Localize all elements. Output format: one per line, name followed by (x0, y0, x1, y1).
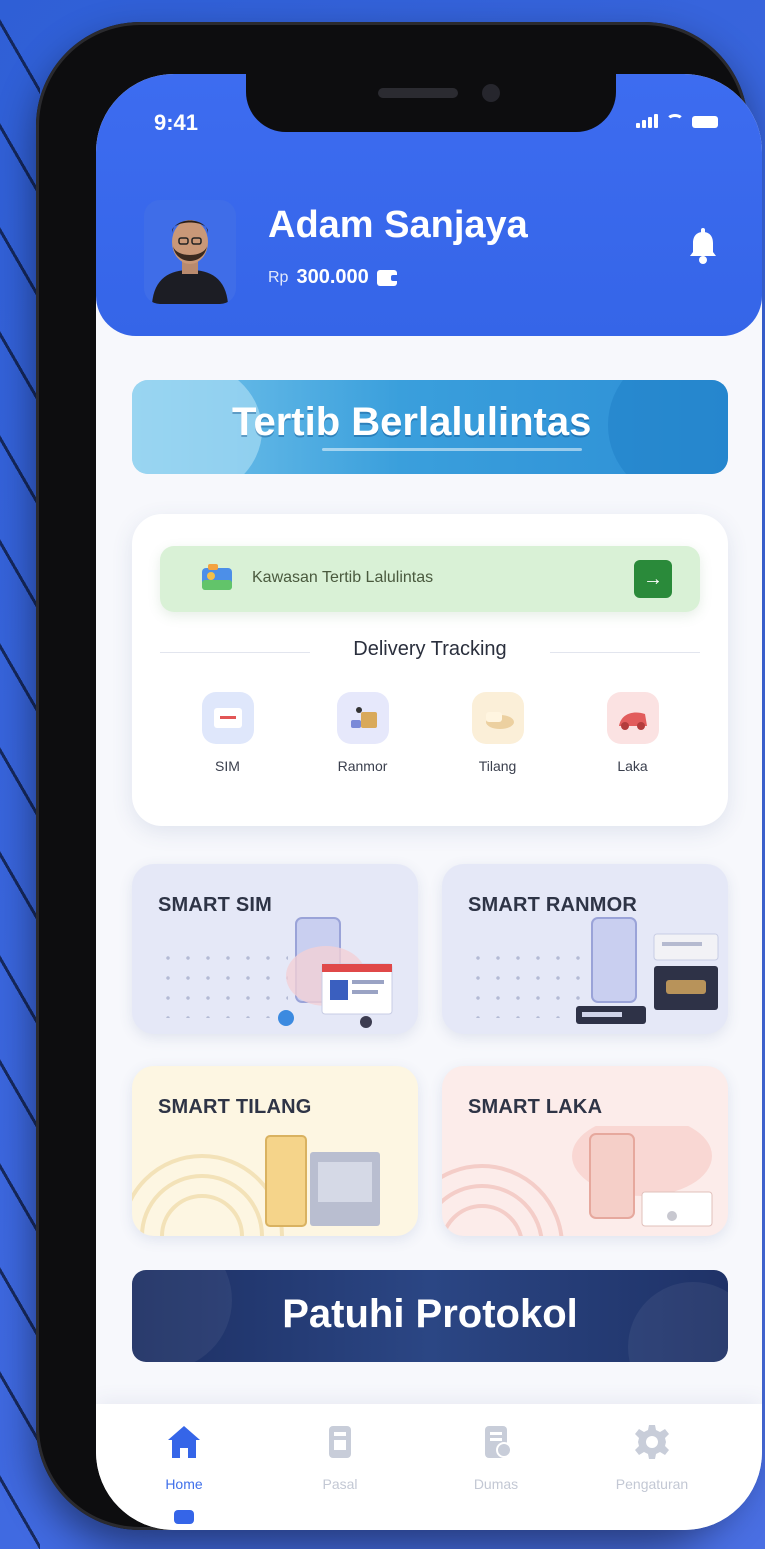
nav-label: Pasal (322, 1476, 358, 1492)
tracking-label: Ranmor (337, 758, 388, 774)
banner-tertib[interactable]: Tertib Berlalulintas (132, 380, 728, 474)
wifi-icon (666, 114, 684, 128)
background-hatch (0, 0, 40, 1549)
phone-frame: 9:41 Adam Sanjaya Rp 300.000 Tertib Berl… (36, 22, 762, 1530)
balance-row[interactable]: Rp 300.000 (268, 266, 399, 289)
banner-subtitle-line (322, 448, 582, 451)
nav-label: Pengaturan (615, 1476, 689, 1492)
tracking-label: Laka (617, 758, 648, 774)
kawasan-label: Kawasan Tertib Lalulintas (252, 569, 434, 586)
smart-ranmor-card[interactable]: SMART RANMOR (442, 864, 728, 1034)
smart-ranmor-title: SMART RANMOR (468, 894, 638, 916)
vehicle-box-icon (336, 692, 389, 744)
tracking-label: SIM (215, 758, 240, 774)
smart-sim-card[interactable]: SMART SIM (132, 864, 418, 1034)
ranmor-illustration (576, 917, 719, 1024)
battery-icon (692, 116, 718, 128)
smart-tilang-card[interactable]: SMART TILANG (132, 1066, 418, 1236)
smart-sim-title: SMART SIM (158, 894, 273, 916)
banner-protokol[interactable]: Patuhi Protokol (132, 1270, 728, 1362)
nav-item-home[interactable]: Home (124, 1422, 244, 1492)
user-name: Adam Sanjaya (268, 204, 528, 246)
tilang-illustration (132, 1135, 380, 1236)
smart-laka-title: SMART LAKA (468, 1096, 603, 1118)
smart-tilang-title: SMART TILANG (158, 1096, 312, 1118)
tracking-item-laka[interactable]: Laka (588, 692, 678, 774)
sim-illustration (278, 917, 393, 1028)
delivery-tracking-items: SIM Ranmor Tilang Laka (132, 692, 728, 774)
accident-icon (606, 692, 659, 744)
nav-label: Dumas (473, 1476, 519, 1492)
tracking-item-tilang[interactable]: Tilang (453, 692, 543, 774)
phone-notch (246, 74, 616, 132)
banner-protokol-title: Patuhi Protokol (282, 1292, 578, 1336)
tracking-item-ranmor[interactable]: Ranmor (318, 692, 408, 774)
app-screen: 9:41 Adam Sanjaya Rp 300.000 Tertib Berl… (96, 74, 762, 1530)
kawasan-row[interactable]: Kawasan Tertib Lalulintas → (160, 546, 700, 612)
wallet-icon (376, 269, 399, 286)
nav-label: Home (165, 1476, 203, 1492)
report-icon (485, 1426, 512, 1458)
nav-item-pengaturan[interactable]: Pengaturan (592, 1422, 712, 1492)
status-icons (636, 114, 718, 128)
document-icon (329, 1426, 351, 1458)
arrow-right-icon[interactable]: → (634, 560, 672, 598)
bell-icon[interactable] (688, 228, 718, 264)
laka-illustration (442, 1126, 713, 1236)
id-card-icon (200, 562, 234, 594)
nav-item-dumas[interactable]: Dumas (436, 1422, 556, 1492)
tracking-item-sim[interactable]: SIM (183, 692, 273, 774)
sim-card-icon (201, 692, 254, 744)
tracking-label: Tilang (478, 758, 517, 774)
banner-tertib-title: Tertib Berlalulintas (232, 400, 592, 444)
balance-value: 300.000 (296, 266, 369, 288)
smart-laka-card[interactable]: SMART LAKA (442, 1066, 728, 1236)
nav-item-pasal[interactable]: Pasal (280, 1422, 400, 1492)
ticket-icon (471, 692, 524, 744)
bottom-nav: Home Pasal Dumas Pengaturan (96, 1404, 762, 1530)
status-time: 9:41 (154, 110, 199, 135)
balance-currency: Rp (268, 268, 289, 286)
home-indicator (174, 1510, 194, 1524)
home-icon (168, 1426, 200, 1458)
delivery-tracking-title: Delivery Tracking (353, 638, 507, 660)
gear-icon (635, 1425, 669, 1459)
avatar[interactable] (144, 200, 236, 304)
tracking-card: Kawasan Tertib Lalulintas → Delivery Tra… (132, 514, 728, 826)
signal-icon (636, 114, 658, 128)
